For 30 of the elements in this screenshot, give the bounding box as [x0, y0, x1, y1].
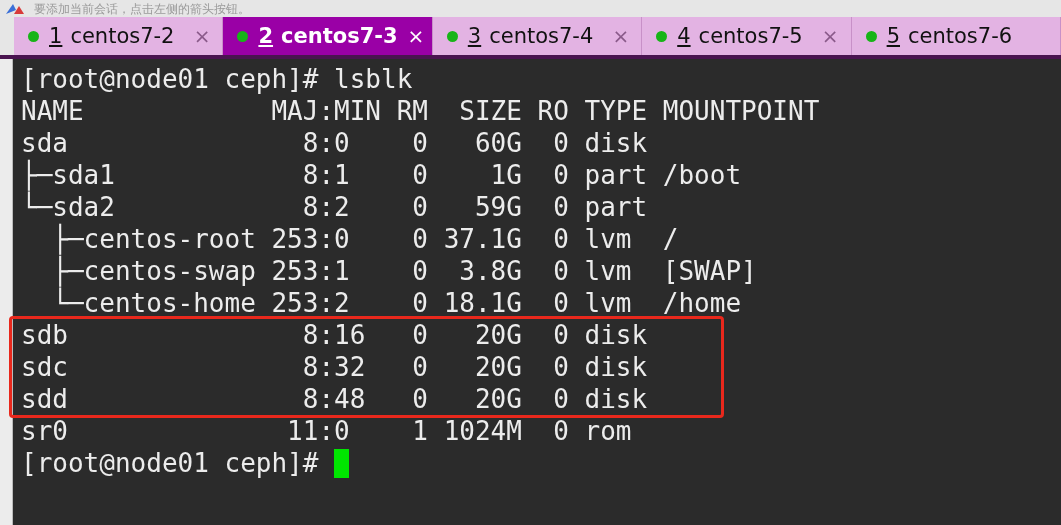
terminal-line: ├─centos-swap 253:1 0 3.8G 0 lvm [SWAP]	[51, 256, 757, 286]
status-dot-icon	[28, 30, 39, 42]
terminal-line: ├─centos-root 253:0 0 37.1G 0 lvm /	[51, 224, 679, 254]
terminal-line: sdb 8:16 0 20G 0 disk	[21, 320, 648, 350]
tab-label: 1 centos7-2	[49, 24, 176, 48]
terminal-line: sr0 11:0 1 1024M 0 rom	[21, 416, 632, 446]
session-tab[interactable]: 1 centos7-2 ×	[14, 17, 224, 55]
tab-label: 4 centos7-5	[677, 24, 804, 48]
session-tab[interactable]: 5 centos7-6	[851, 17, 1061, 55]
terminal-line: sda 8:0 0 60G 0 disk	[21, 128, 648, 158]
terminal-line: sdd 8:48 0 20G 0 disk	[21, 384, 648, 414]
terminal-line: NAME MAJ:MIN RM SIZE RO TYPE MOUNTPOINT	[21, 96, 820, 126]
status-dot-icon	[237, 30, 249, 42]
terminal-line: [root@node01 ceph]# lsblk	[21, 64, 413, 94]
tab-label: 2 centos7-3	[258, 24, 398, 48]
status-dot-icon	[865, 30, 877, 42]
session-tab[interactable]: 2 centos7-3 ×	[223, 17, 433, 55]
terminal-line: sdc 8:32 0 20G 0 disk	[21, 352, 648, 382]
terminal-line: └─centos-home 253:2 0 18.1G 0 lvm /home	[51, 288, 742, 318]
terminal-line: [root@node01 ceph]#	[21, 448, 320, 478]
terminal-line: ├─sda1 8:1 0 1G 0 part /boot	[21, 160, 742, 190]
tab-label: 5 centos7-6	[886, 24, 1014, 48]
tab-label: 3 centos7-4	[467, 24, 595, 48]
status-dot-icon	[656, 30, 668, 42]
session-tab[interactable]: 4 centos7-5 ×	[642, 17, 852, 55]
status-dot-icon	[446, 30, 458, 42]
close-button[interactable]: ×	[407, 24, 425, 48]
session-tab[interactable]: 3 centos7-4 ×	[432, 17, 643, 55]
hint-text: 要添加当前会话，点击左侧的箭头按钮。	[34, 1, 250, 16]
terminal-line: └─sda2 8:2 0 59G 0 part	[21, 192, 648, 222]
